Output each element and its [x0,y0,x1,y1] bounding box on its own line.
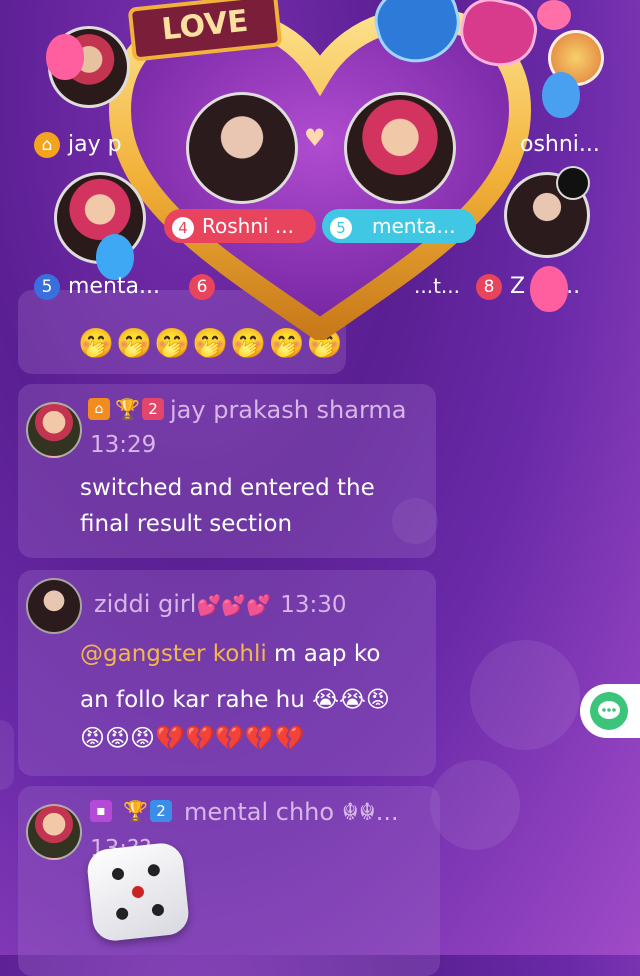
couple-avatar-right[interactable] [344,92,456,204]
home-icon: ⌂ [34,132,60,158]
avatar[interactable] [26,402,82,458]
chat-bubble-icon [590,692,628,730]
timestamp: 13:29 [90,432,157,458]
bokeh-decoration [430,760,520,850]
message-text: m aap ko [266,641,381,667]
username-row: ziddi girl💕💕💕 13:30 [94,590,347,618]
level-badge: 2 [150,800,172,822]
balloon-decoration [530,266,568,312]
balloon-decoration [46,34,84,80]
seat-label[interactable]: ⌂ jay p [34,132,122,158]
seat-frame-icon [556,166,590,200]
message-text-line: @gangster kohli m aap ko [80,636,380,672]
small-heart-icon: ♥ [304,124,326,152]
username[interactable]: jay prakash sharma [170,396,407,424]
username[interactable]: mental chho ☬☬... [184,798,399,826]
username[interactable]: ziddi girl [94,590,196,618]
user-badges: ▪ 🏆 2 [90,800,172,822]
timestamp: 13:30 [280,592,347,618]
balloon-decoration [542,72,580,118]
seat-label[interactable]: 5 menta... 6 [34,274,223,300]
bokeh-decoration [0,720,14,790]
home-icon: ⌂ [88,398,110,420]
avatar[interactable] [26,804,82,860]
dice-game-button[interactable] [85,841,191,943]
bokeh-decoration [470,640,580,750]
emoji-row: 😡😡😡💔💔💔💔💔 [80,724,305,752]
seat-label[interactable]: ...t... [414,274,460,298]
couple-right-name: menta... [372,214,456,238]
couple-avatar-left[interactable] [186,92,298,204]
user-icon: ▪ [90,800,112,822]
message-text-line: an follo kar rahe hu 😭😭😡 [80,687,390,713]
dice-icon [112,864,164,920]
couple-left-pill[interactable]: 4 Roshni ... [164,209,316,243]
chat-message: ziddi girl💕💕💕 13:30 @gangster kohli m aa… [18,570,436,776]
user-badges: ⌂ 🏆 2 [88,398,164,420]
mention-link[interactable]: @gangster kohli [80,641,267,667]
couple-right-pill[interactable]: 5 menta... [322,209,476,243]
avatar[interactable] [26,578,82,634]
couple-left-name: Roshni ... [202,214,294,238]
chat-message: ⌂ 🏆 2 jay prakash sharma 13:29 switched … [18,384,436,558]
message-text-line: final result section [80,511,293,537]
open-chat-button[interactable] [580,684,640,738]
chat-message: ▪ 🏆 2 mental chho ☬☬... 13:?? [18,786,440,976]
level-badge: 2 [142,398,164,420]
hearts-decoration: 💕💕💕 [196,593,272,617]
trophy-icon: 🏆 [115,397,140,421]
message-text-line: switched and entered the [80,475,375,501]
heart-decoration [537,0,571,30]
seat-label[interactable]: oshni... [520,132,600,157]
trophy-icon: 🏆 [123,799,148,823]
